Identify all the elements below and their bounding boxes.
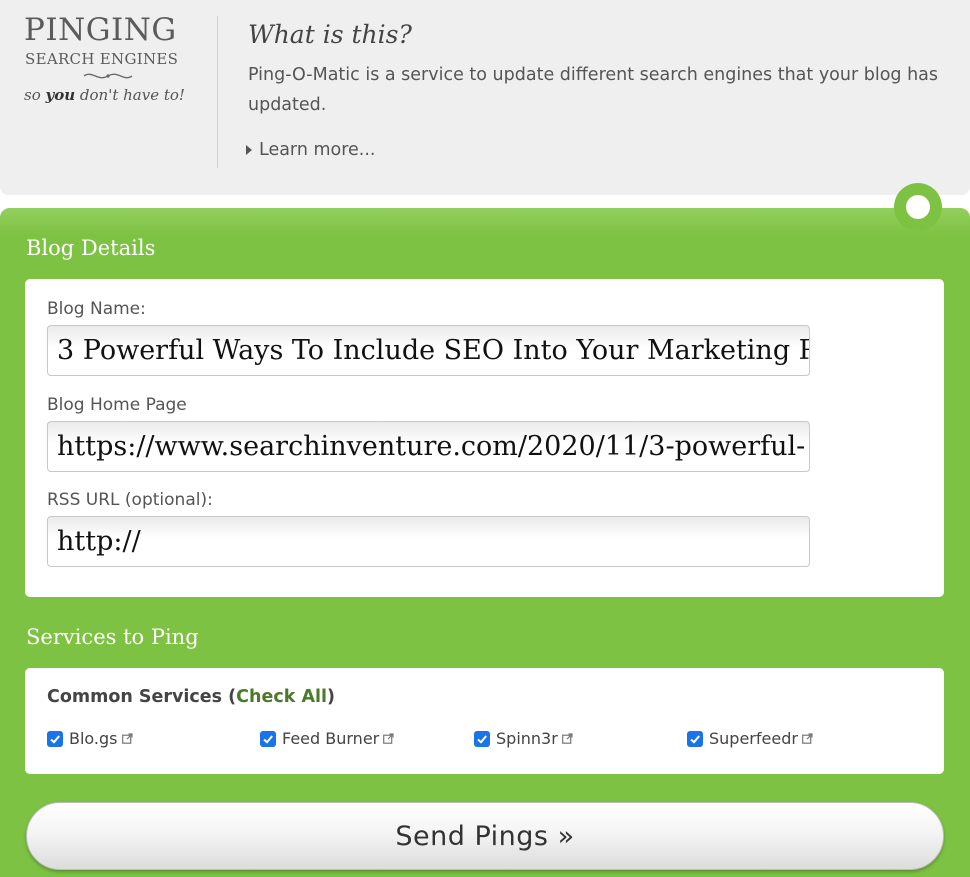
blog-name-input[interactable]: 3 Powerful Ways To Include SEO Into Your… bbox=[47, 325, 810, 376]
checkbox-checked-icon[interactable] bbox=[47, 730, 63, 747]
logo-tagline: so you don't have to! bbox=[24, 86, 185, 104]
service-label: Feed Burner bbox=[282, 729, 380, 748]
external-link-icon bbox=[802, 733, 813, 744]
learn-more-link[interactable]: Learn more... bbox=[246, 140, 376, 160]
triangle-right-icon bbox=[246, 145, 252, 155]
service-spinn3r[interactable]: Spinn3r bbox=[474, 729, 573, 748]
panel-top-gradient bbox=[0, 208, 970, 236]
send-pings-button[interactable]: Send Pings » bbox=[26, 802, 944, 870]
service-description: Ping-O-Matic is a service to update diff… bbox=[248, 65, 939, 115]
common-services-card: Common Services (Check All) Blo.gs Feed … bbox=[25, 668, 944, 774]
learn-more-label: Learn more... bbox=[259, 140, 376, 160]
blog-name-label: Blog Name: bbox=[47, 299, 146, 319]
services-to-ping-heading: Services to Ping bbox=[26, 625, 199, 649]
checkbox-checked-icon[interactable] bbox=[474, 730, 490, 747]
rss-url-label: RSS URL (optional): bbox=[47, 490, 213, 510]
service-label: Blo.gs bbox=[69, 729, 118, 748]
blog-home-page-input[interactable]: https://www.searchinventure.com/2020/11/… bbox=[47, 421, 810, 472]
header: PINGING SEARCH ENGINES so you don't have… bbox=[0, 0, 970, 195]
external-link-icon bbox=[561, 733, 573, 744]
what-is-this-title: What is this? bbox=[248, 20, 412, 49]
ring-icon bbox=[894, 183, 942, 231]
service-label: Superfeedr bbox=[709, 729, 798, 748]
service-superfeedr[interactable]: Superfeedr bbox=[687, 729, 813, 748]
blog-details-heading: Blog Details bbox=[26, 236, 156, 260]
external-link-icon bbox=[121, 733, 133, 744]
common-services-title: Common Services (Check All) bbox=[47, 687, 335, 707]
blog-details-card: Blog Name: 3 Powerful Ways To Include SE… bbox=[25, 279, 944, 597]
checkbox-checked-icon[interactable] bbox=[687, 730, 703, 747]
pinging-search-engines-logo[interactable]: PINGING SEARCH ENGINES so you don't have… bbox=[22, 12, 194, 112]
service-feed-burner[interactable]: Feed Burner bbox=[260, 729, 394, 748]
blog-home-page-label: Blog Home Page bbox=[47, 395, 187, 415]
checkbox-checked-icon[interactable] bbox=[260, 730, 276, 747]
check-all-link[interactable]: Check All bbox=[236, 687, 327, 707]
header-divider bbox=[217, 16, 218, 168]
flourish-icon bbox=[83, 73, 133, 79]
service-label: Spinn3r bbox=[496, 729, 558, 748]
rss-url-input[interactable]: http:// bbox=[47, 516, 810, 567]
logo-title: PINGING bbox=[24, 12, 177, 48]
external-link-icon bbox=[383, 733, 394, 744]
service-blogs[interactable]: Blo.gs bbox=[47, 729, 133, 748]
logo-subtitle: SEARCH ENGINES bbox=[25, 50, 179, 68]
